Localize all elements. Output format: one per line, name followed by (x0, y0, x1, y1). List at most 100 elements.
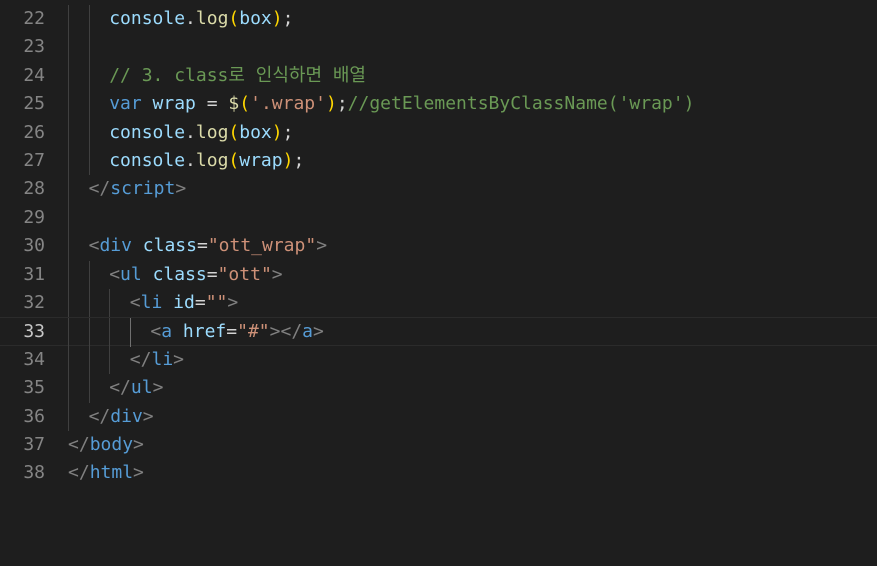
code-line[interactable]: 30 <div class="ott_wrap"> (0, 232, 877, 261)
code-token: class (152, 263, 207, 285)
indent-guide (68, 374, 69, 403)
code-line[interactable]: 34 </li> (0, 345, 877, 375)
code-token: ( (239, 93, 251, 115)
indent-guide (68, 147, 69, 176)
code-token: > (227, 292, 239, 313)
line-number: 25 (23, 93, 45, 115)
line-number: 30 (23, 235, 45, 257)
code-token: a (302, 321, 313, 343)
indent-guide (109, 318, 111, 347)
code-token: ) (325, 93, 337, 115)
code-token: . (185, 8, 196, 29)
line-number: 37 (23, 434, 45, 455)
code-token: '.wrap' (250, 93, 326, 115)
code-token: box (239, 8, 272, 29)
indent-guide (68, 345, 69, 375)
code-line[interactable]: 23 (0, 33, 877, 62)
line-code: var wrap = $('.wrap');//getElementsByCla… (109, 90, 694, 118)
code-token: = (206, 263, 218, 285)
code-token: > (152, 377, 164, 399)
code-token: ( (228, 150, 240, 171)
code-line[interactable]: 28 </script> (0, 175, 877, 204)
code-token: ></ (269, 321, 303, 343)
code-token: > (316, 235, 328, 257)
code-token: </ (68, 434, 90, 455)
code-line[interactable]: 32 <li id=""> (0, 289, 877, 318)
code-token: id (173, 292, 195, 313)
code-editor[interactable]: 22 console.log(box); 23 24// 3. class로 인식하면… (0, 0, 877, 566)
line-number: 24 (23, 64, 45, 86)
indent-guide (129, 318, 131, 347)
code-token: href (182, 321, 227, 343)
indent-guide (88, 118, 90, 147)
code-token: ; (282, 121, 294, 143)
code-token: ) (282, 150, 294, 171)
code-line[interactable]: 35 </ul> (0, 374, 877, 403)
indent-guide (68, 175, 69, 204)
indent-guide (68, 118, 69, 147)
code-token: < (88, 235, 100, 257)
indent-guide (88, 374, 90, 403)
line-code: // 3. class로 인식하면 배열 (109, 62, 366, 90)
code-token: div (99, 235, 132, 257)
code-token: console (109, 8, 186, 29)
code-token: ( (228, 121, 240, 143)
code-token: > (175, 178, 187, 200)
line-code: <li id=""> (130, 289, 238, 317)
line-code: console.log(box); (109, 5, 293, 33)
code-token: box (239, 121, 272, 143)
code-line[interactable]: 24 // 3. class로 인식하면 배열 (0, 61, 877, 91)
line-code: </body> (68, 431, 144, 459)
code-token: class (142, 235, 197, 257)
code-token: var (109, 93, 142, 115)
code-token: log (195, 150, 229, 171)
indent-guide (68, 318, 69, 347)
line-code: <a href="#"></a> (150, 318, 323, 346)
code-token: ; (293, 150, 305, 171)
indent-guide (68, 33, 69, 62)
indent-guide (88, 33, 90, 62)
code-line[interactable]: 38 </html> (0, 459, 877, 487)
code-line[interactable]: 22 console.log(box); (0, 5, 877, 34)
code-token: = (195, 93, 229, 115)
code-token: </ (88, 405, 111, 427)
code-token: > (173, 348, 185, 370)
code-token: a (161, 321, 173, 343)
indent-guide (68, 232, 69, 261)
code-token: body (89, 434, 134, 455)
code-token: < (129, 292, 141, 313)
indent-guide (88, 345, 90, 375)
line-number: 23 (23, 36, 45, 58)
indent-guide (68, 289, 69, 318)
code-line[interactable]: 37 </body> (0, 431, 877, 459)
line-number: 22 (23, 8, 45, 29)
code-token: console (109, 121, 186, 143)
code-token: ) (271, 121, 283, 143)
indent-guide (68, 402, 69, 431)
code-line[interactable]: 33 <a href="#"></a> (0, 317, 877, 347)
code-line[interactable]: 29 (0, 203, 877, 233)
code-token: > (142, 405, 154, 427)
indent-guide (68, 5, 69, 34)
code-token: "" (205, 292, 228, 313)
code-token: ; (282, 8, 294, 29)
code-token: script (110, 178, 176, 200)
code-token: = (194, 292, 206, 313)
indent-guide (109, 289, 111, 318)
code-line[interactable]: 26 console.log(box); (0, 118, 877, 147)
code-line[interactable]: 25 var wrap = $('.wrap');//getElementsByC… (0, 90, 877, 119)
code-line[interactable]: 31 <ul class="ott"> (0, 260, 877, 289)
code-token: . (185, 150, 196, 171)
line-code: </li> (130, 346, 184, 374)
indent-guide (88, 147, 90, 176)
code-token: ; (336, 93, 348, 115)
code-line[interactable]: 27 console.log(wrap); (0, 147, 877, 176)
code-token: > (313, 321, 324, 343)
line-number: 31 (23, 263, 45, 285)
line-number: 26 (23, 121, 45, 143)
code-line[interactable]: 36 </div> (0, 402, 877, 431)
indent-guide (88, 90, 90, 119)
